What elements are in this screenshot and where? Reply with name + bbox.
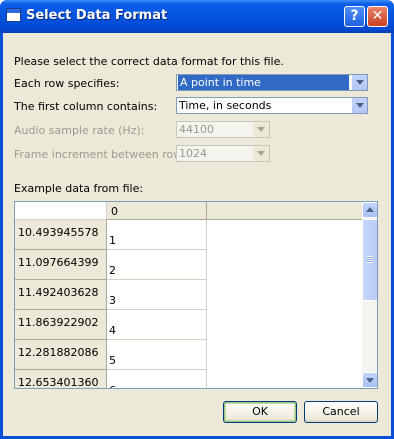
window-icon [6,8,21,22]
row-header[interactable]: 11.492403628 [15,280,107,310]
column-header-filler [207,202,362,220]
table-row[interactable]: 12.281882086 5 [15,340,207,370]
title-bar[interactable]: Select Data Format ? ✕ [0,0,394,33]
table-cell[interactable]: 5 [107,340,207,370]
scrollbar-thumb[interactable] [362,219,377,301]
row-header[interactable]: 12.653401360 [15,370,107,388]
dialog-window: Select Data Format ? ✕ Please select the… [0,0,394,439]
cancel-button[interactable]: Cancel [304,401,378,423]
table-row[interactable]: 10.493945578 1 [15,220,207,250]
scroll-down-icon[interactable] [362,372,377,388]
frame-increment-value: 1024 [179,147,207,160]
first-column-label: The first column contains: [14,100,158,113]
row-header[interactable]: 11.097664399 [15,250,107,280]
row-specifies-value: A point in time [178,75,349,90]
chevron-down-icon[interactable] [351,75,367,90]
frame-increment-select[interactable]: 1024 [176,145,270,162]
table-cell[interactable]: 3 [107,280,207,310]
table-row[interactable]: 11.863922902 4 [15,310,207,340]
table-cell[interactable]: 2 [107,250,207,280]
first-column-value: Time, in seconds [179,99,272,112]
table-row[interactable]: 11.492403628 3 [15,280,207,310]
table-cell[interactable]: 6 [107,370,207,388]
row-header[interactable]: 11.863922902 [15,310,107,340]
table-cell[interactable]: 1 [107,220,207,250]
sample-rate-label: Audio sample rate (Hz): [14,124,145,137]
example-data-label: Example data from file: [14,182,144,195]
help-button[interactable]: ? [344,6,365,27]
row-specifies-label: Each row specifies: [14,77,120,90]
table-corner [15,202,107,220]
close-button[interactable]: ✕ [367,6,388,27]
dialog-body: Please select the correct data format fo… [3,33,391,436]
chevron-down-icon[interactable] [253,122,269,137]
sample-rate-select[interactable]: 44100 [176,121,270,138]
ok-button[interactable]: OK [223,401,297,423]
intro-text: Please select the correct data format fo… [14,55,284,68]
row-header[interactable]: 12.281882086 [15,340,107,370]
row-header[interactable]: 10.493945578 [15,220,107,250]
row-specifies-select[interactable]: A point in time [176,74,368,91]
table-cell[interactable]: 4 [107,310,207,340]
chevron-down-icon[interactable] [253,146,269,161]
chevron-down-icon[interactable] [351,98,367,113]
vertical-scrollbar[interactable] [362,202,377,388]
table-row[interactable]: 12.653401360 6 [15,370,207,388]
table-row[interactable]: 11.097664399 2 [15,250,207,280]
first-column-select[interactable]: Time, in seconds [176,97,368,114]
sample-rate-value: 44100 [179,123,214,136]
example-data-table[interactable]: 0 10.493945578 1 11.097664399 2 11.49240… [14,201,378,389]
window-title: Select Data Format [26,8,168,23]
frame-increment-label: Frame increment between rows: [14,148,192,161]
column-header[interactable]: 0 [107,202,207,220]
scroll-up-icon[interactable] [362,202,377,218]
